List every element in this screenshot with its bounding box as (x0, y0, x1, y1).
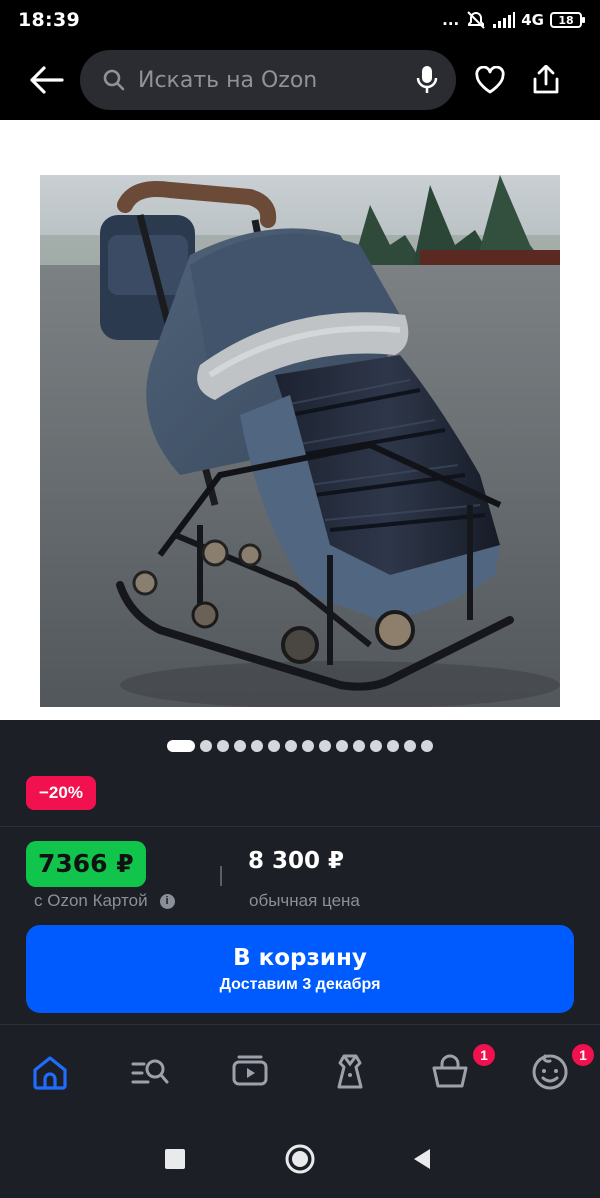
gallery-dot[interactable] (251, 740, 263, 752)
gallery-dot[interactable] (336, 740, 348, 752)
ozon-card-price-label: с Ozon Картой i (34, 891, 175, 911)
mute-icon (467, 11, 485, 29)
gallery-dot[interactable] (234, 740, 246, 752)
gallery-dot[interactable] (285, 740, 297, 752)
ozon-card-label-text: с Ozon Картой (34, 891, 148, 910)
battery-icon: 18 (550, 12, 585, 28)
regular-price: 8 300 ₽ (248, 848, 345, 874)
home-button[interactable] (275, 1134, 325, 1184)
search-icon (103, 69, 125, 91)
gallery-dot[interactable] (268, 740, 280, 752)
battery-level: 18 (558, 13, 574, 27)
network-label: 4G (521, 11, 544, 29)
arrow-left-icon (30, 66, 64, 94)
add-to-cart-label: В корзину (233, 944, 367, 971)
add-to-cart-button[interactable]: В корзину Доставим 3 декабря (26, 925, 574, 1013)
more-icon: ... (442, 11, 460, 29)
search-placeholder: Искать на Ozon (138, 67, 318, 93)
regular-price-label: обычная цена (249, 891, 360, 910)
fresh-icon (337, 1054, 363, 1089)
gallery-dot-active[interactable] (167, 740, 195, 752)
cart-badge: 1 (471, 1042, 497, 1068)
search-field[interactable]: Искать на Ozon (80, 50, 456, 110)
home-icon (33, 1056, 67, 1090)
status-icons: ... 4G 18 (442, 10, 585, 30)
product-image (40, 175, 560, 707)
price-separator (220, 866, 222, 886)
system-nav-bar (0, 1120, 600, 1198)
microphone-icon[interactable] (416, 65, 438, 95)
status-time: 18:39 (18, 9, 80, 31)
tab-video[interactable] (225, 1047, 275, 1097)
basket-icon (432, 1054, 468, 1088)
tab-home[interactable] (25, 1047, 75, 1097)
gallery-dot[interactable] (421, 740, 433, 752)
discount-badge: −20% (26, 776, 96, 810)
back-button[interactable] (16, 50, 76, 110)
share-button[interactable] (518, 50, 574, 110)
favorite-button[interactable] (462, 50, 518, 110)
square-icon (165, 1149, 185, 1169)
gallery-pager[interactable] (0, 740, 600, 752)
profile-icon (532, 1054, 568, 1090)
gallery-dot[interactable] (370, 740, 382, 752)
back-nav-button[interactable] (397, 1134, 447, 1184)
catalog-search-icon (131, 1059, 169, 1084)
gallery-dot[interactable] (217, 740, 229, 752)
ozon-card-price: 7366 ₽ (26, 841, 146, 887)
tab-cart[interactable] (425, 1047, 475, 1097)
triangle-left-icon (414, 1149, 430, 1169)
gallery-dot[interactable] (200, 740, 212, 752)
circle-icon (285, 1144, 315, 1174)
info-icon[interactable]: i (159, 893, 175, 909)
delivery-date: Доставим 3 декабря (219, 975, 381, 993)
divider (0, 826, 600, 827)
app-bar: Искать на Ozon (0, 40, 600, 120)
heart-icon (475, 66, 505, 94)
video-icon (232, 1055, 268, 1086)
product-gallery[interactable] (0, 120, 600, 720)
gallery-dot[interactable] (387, 740, 399, 752)
product-screen: 18:39 ... 4G 18 Искать на Ozon −20% 7366… (0, 0, 600, 1198)
signal-icon (493, 12, 516, 28)
bottom-tab-bar: 1 1 (0, 1025, 600, 1120)
tab-fresh[interactable] (325, 1047, 375, 1097)
tab-profile[interactable] (525, 1047, 575, 1097)
gallery-dot[interactable] (353, 740, 365, 752)
gallery-dot[interactable] (319, 740, 331, 752)
share-icon (533, 65, 559, 94)
profile-badge: 1 (570, 1042, 596, 1068)
gallery-dot[interactable] (302, 740, 314, 752)
status-bar: 18:39 ... 4G 18 (0, 0, 600, 40)
recents-button[interactable] (150, 1134, 200, 1184)
gallery-dot[interactable] (404, 740, 416, 752)
tab-catalog[interactable] (125, 1047, 175, 1097)
